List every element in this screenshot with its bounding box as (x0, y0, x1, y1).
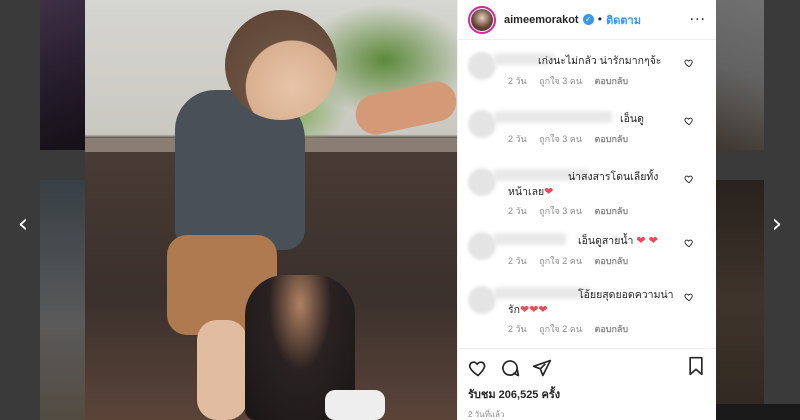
comment-text: น่าสงสารโดนเลียทั้งหน้าเลย❤ (508, 171, 659, 198)
comment-item: เอ็นดูสายน้ำ ❤ ❤ 2 วัน ถูกใจ 2 คน ตอบกลั… (468, 224, 706, 278)
comment-icon[interactable] (500, 358, 520, 378)
commenter-avatar[interactable] (468, 168, 496, 196)
video-scene-child-head (225, 10, 337, 120)
background-post-thumbnail (40, 180, 85, 420)
comment-item: เอ็นดู 2 วัน ถูกใจ 3 คน ตอบกลับ (468, 102, 706, 160)
comment-likes[interactable]: ถูกใจ 3 คน (539, 206, 582, 216)
comment-meta: 2 วัน ถูกใจ 3 คน ตอบกลับ (508, 132, 638, 146)
commenter-name-blurred (494, 233, 566, 245)
post-header: aimeemorakot ✓ • ติดตาม ··· (458, 0, 716, 40)
red-heart-emoji: ❤ ❤ (636, 235, 658, 247)
reply-button[interactable]: ตอบกลับ (595, 76, 629, 86)
previous-post-arrow-icon[interactable]: ‹ (14, 211, 32, 237)
commenter-name-blurred (494, 111, 612, 123)
comment-item: โอ้ยยสุดยอดความน่ารัก❤❤❤ 2 วัน ถูกใจ 2 ค… (468, 278, 706, 342)
comment-age: 2 วัน (508, 76, 527, 86)
comment-meta: 2 วัน ถูกใจ 2 คน ตอบกลับ (508, 322, 638, 336)
background-post-thumbnail (40, 0, 85, 150)
reply-button[interactable]: ตอบกลับ (595, 324, 629, 334)
post-sidebar: aimeemorakot ✓ • ติดตาม ··· เก่งนะไม่กลั… (457, 0, 716, 420)
verified-icon: ✓ (582, 14, 594, 25)
comments-list[interactable]: เก่งนะไม่กลัว น่ารักมากๆจ้ะ 2 วัน ถูกใจ … (458, 40, 716, 348)
commenter-avatar[interactable] (468, 110, 496, 138)
heart-icon[interactable] (468, 358, 488, 378)
commenter-avatar[interactable] (468, 286, 496, 314)
comment-item: เก่งนะไม่กลัว น่ารักมากๆจ้ะ 2 วัน ถูกใจ … (468, 44, 706, 102)
comment-likes[interactable]: ถูกใจ 2 คน (539, 256, 582, 266)
like-comment-heart-icon[interactable] (684, 116, 694, 126)
comment-age: 2 วัน (508, 324, 527, 334)
comment-meta: 2 วัน ถูกใจ 2 คน ตอบกลับ (508, 254, 638, 268)
share-icon[interactable] (532, 358, 552, 378)
background-post-thumbnail (716, 0, 764, 150)
comment-age: 2 วัน (508, 256, 527, 266)
comment-likes[interactable]: ถูกใจ 3 คน (539, 76, 582, 86)
avatar[interactable] (468, 5, 496, 34)
follow-button[interactable]: ติดตาม (606, 11, 641, 29)
bookmark-button[interactable] (686, 356, 706, 380)
like-comment-heart-icon[interactable] (684, 58, 694, 68)
separator-dot: • (596, 13, 604, 26)
comment-item: น่าสงสารโดนเลียทั้งหน้าเลย❤ 2 วัน ถูกใจ … (468, 160, 706, 224)
comment-age: 2 วัน (508, 134, 527, 144)
comment-text: เอ็นดูสายน้ำ ❤ ❤ (578, 235, 658, 247)
red-heart-emoji: ❤ (544, 186, 554, 198)
username-link[interactable]: aimeemorakot (504, 14, 579, 26)
comment-text: เก่งนะไม่กลัว น่ารักมากๆจ้ะ (538, 55, 662, 67)
avatar-image (471, 8, 493, 31)
like-comment-heart-icon[interactable] (684, 292, 694, 302)
comment-meta: 2 วัน ถูกใจ 3 คน ตอบกลับ (508, 74, 638, 88)
video-scene-puppy-patch (325, 390, 385, 420)
commenter-avatar[interactable] (468, 232, 496, 260)
like-comment-heart-icon[interactable] (684, 238, 694, 248)
bottom-bar (716, 404, 800, 420)
more-options-icon[interactable]: ··· (690, 12, 706, 28)
post-video[interactable] (85, 0, 457, 420)
next-post-arrow-icon[interactable]: › (768, 211, 786, 237)
view-count[interactable]: รับชม 206,525 ครั้ง (468, 385, 706, 403)
reply-button[interactable]: ตอบกลับ (595, 206, 629, 216)
bookmark-icon (689, 356, 703, 376)
comment-meta: 2 วัน ถูกใจ 3 คน ตอบกลับ (508, 204, 638, 218)
red-heart-emoji: ❤❤❤ (520, 304, 548, 316)
post-modal: aimeemorakot ✓ • ติดตาม ··· เก่งนะไม่กลั… (85, 0, 716, 420)
post-actions: รับชม 206,525 ครั้ง 2 วันที่แล้ว (458, 348, 716, 420)
reply-button[interactable]: ตอบกลับ (595, 134, 629, 144)
post-timestamp[interactable]: 2 วันที่แล้ว (468, 408, 706, 420)
comment-text: โอ้ยยสุดยอดความน่ารัก❤❤❤ (508, 289, 674, 316)
comment-age: 2 วัน (508, 206, 527, 216)
commenter-avatar[interactable] (468, 52, 496, 80)
video-scene-child-leg (197, 320, 247, 420)
comment-likes[interactable]: ถูกใจ 2 คน (539, 324, 582, 334)
action-icons-row (468, 356, 706, 380)
reply-button[interactable]: ตอบกลับ (595, 256, 629, 266)
like-comment-heart-icon[interactable] (684, 174, 694, 184)
video-scene-hand (351, 77, 457, 139)
comment-likes[interactable]: ถูกใจ 3 คน (539, 134, 582, 144)
background-post-thumbnail (716, 180, 764, 420)
